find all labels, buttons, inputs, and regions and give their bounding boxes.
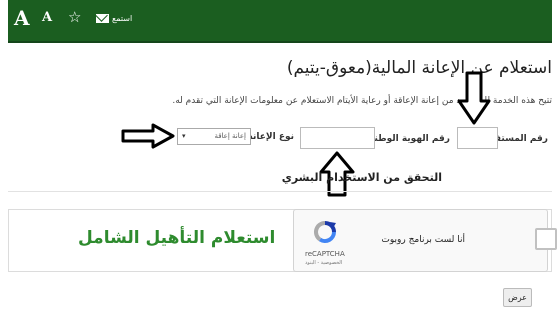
- beneficiary-number-input[interactable]: [457, 127, 498, 149]
- mail-icon[interactable]: [96, 14, 109, 23]
- down-arrow-annotation: [457, 71, 491, 125]
- right-arrow-annotation: [121, 123, 175, 149]
- recaptcha-logo-icon: [313, 220, 337, 243]
- recaptcha-checkbox-label: أنا لست برنامج روبوت: [381, 235, 465, 245]
- aid-type-label: نوع الإعانة: [247, 132, 294, 142]
- aid-type-select[interactable]: إعانة إعاقة ▾: [177, 128, 251, 145]
- recaptcha-checkbox[interactable]: [535, 228, 557, 250]
- listen-button[interactable]: استمع: [112, 14, 132, 24]
- national-id-label-text: رقم الهوية الوطنية: [365, 134, 450, 144]
- banner-text: استعلام التأهيل الشامل: [78, 228, 276, 248]
- star-icon[interactable]: ☆: [68, 8, 81, 26]
- recaptcha-privacy-links[interactable]: الخصوصية - البنود: [305, 260, 342, 266]
- submit-button[interactable]: عرض: [503, 288, 532, 307]
- national-id-input[interactable]: [300, 127, 375, 149]
- recaptcha-name: reCAPTCHA: [305, 250, 345, 258]
- aid-type-selected: إعانة إعاقة: [214, 132, 246, 140]
- top-toolbar: A A ☆ استمع: [8, 0, 552, 43]
- page-description: تتيح هذه الخدمة للمستفيد من إعانة الإعاق…: [172, 96, 552, 106]
- decrease-font-button[interactable]: A: [42, 10, 52, 26]
- increase-font-button[interactable]: A: [14, 6, 30, 30]
- verification-section-title: التحقق من الاستخدام البشري: [281, 171, 442, 184]
- page-title: استعلام عن الإعانة المالية(معوق-يتيم): [286, 58, 552, 78]
- section-divider: [8, 191, 552, 192]
- chevron-down-icon: ▾: [182, 132, 186, 140]
